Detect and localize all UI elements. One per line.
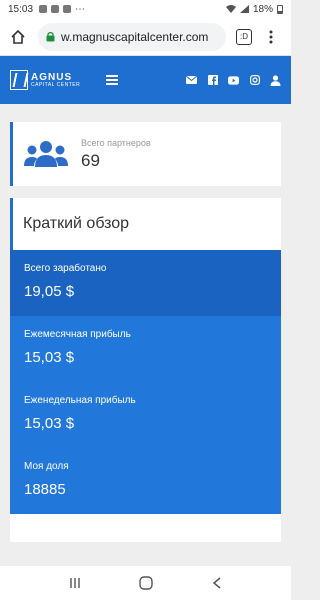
- stat-value: 19,05 $: [24, 283, 75, 300]
- skype-icon: [63, 5, 72, 13]
- overview-header: Краткий обзор: [10, 198, 281, 250]
- home-icon[interactable]: [8, 27, 28, 47]
- battery-icon: [277, 4, 283, 14]
- logo-subtitle: CAPITAL CENTER: [31, 81, 81, 88]
- address-bar[interactable]: w.magnuscapitalcenter.com: [38, 22, 226, 51]
- status-bar: 15:03 ⋯ 18%: [0, 0, 291, 18]
- home-nav-icon[interactable]: [139, 576, 154, 590]
- notification-icon: [39, 5, 48, 13]
- notification-icons: ⋯: [39, 4, 85, 15]
- recent-apps-icon[interactable]: [69, 577, 81, 589]
- browser-toolbar: w.magnuscapitalcenter.com :D: [0, 18, 291, 56]
- stat-total-earned: Всего заработано 19,05 $: [10, 250, 281, 316]
- tab-switcher-button[interactable]: :D: [236, 28, 252, 45]
- stat-value: 15,03 $: [24, 349, 75, 366]
- status-indicators: 18%: [225, 3, 283, 15]
- status-time: 15:03: [8, 3, 34, 15]
- stat-label: Моя доля: [24, 461, 69, 472]
- more-notifications-icon: ⋯: [75, 3, 86, 15]
- facebook-icon[interactable]: [207, 75, 218, 86]
- stat-weekly-profit: Еженедельная прибыль 15,03 $: [10, 382, 281, 448]
- lock-icon: [46, 31, 55, 42]
- partners-label: Всего партнеров: [81, 137, 151, 148]
- stat-label: Еженедельная прибыль: [24, 395, 136, 406]
- logo-mark-icon: [10, 70, 28, 90]
- overview-title: Краткий обзор: [23, 215, 130, 232]
- social-links: [186, 74, 281, 86]
- back-icon[interactable]: [212, 577, 222, 589]
- stat-label: Ежемесячная прибыль: [24, 329, 131, 340]
- wifi-icon: [225, 5, 236, 13]
- overview-card: Краткий обзор Всего заработано 19,05 $ Е…: [10, 198, 281, 542]
- hamburger-menu-icon[interactable]: [106, 75, 119, 85]
- partners-card: Всего партнеров 69: [10, 122, 281, 186]
- instagram-icon[interactable]: [249, 75, 260, 86]
- partners-count: 69: [81, 150, 100, 170]
- youtube-icon[interactable]: [228, 75, 239, 86]
- stat-value: 18885: [24, 481, 66, 498]
- stat-monthly-profit: Ежемесячная прибыль 15,03 $: [10, 316, 281, 382]
- battery-percent: 18%: [252, 3, 273, 15]
- overflow-menu-icon[interactable]: [264, 30, 278, 44]
- stat-my-share: Моя доля 18885: [10, 448, 281, 514]
- site-logo[interactable]: AGNUS CAPITAL CENTER: [10, 70, 80, 90]
- signal-icon: [239, 5, 249, 13]
- stat-label: Всего заработано: [24, 263, 107, 274]
- dashboard-content: Всего партнеров 69 Краткий обзор Всего з…: [0, 104, 291, 542]
- user-icon[interactable]: [270, 74, 281, 86]
- android-nav-bar: [0, 566, 291, 600]
- logo-title: AGNUS: [31, 71, 73, 83]
- message-icon: [51, 5, 60, 13]
- stat-value: 15,03 $: [24, 415, 75, 432]
- url-text: w.magnuscapitalcenter.com: [61, 29, 209, 44]
- overview-footer: [10, 514, 281, 542]
- site-header: AGNUS CAPITAL CENTER: [0, 56, 291, 104]
- mail-icon[interactable]: [186, 75, 197, 86]
- users-group-icon: [24, 141, 68, 167]
